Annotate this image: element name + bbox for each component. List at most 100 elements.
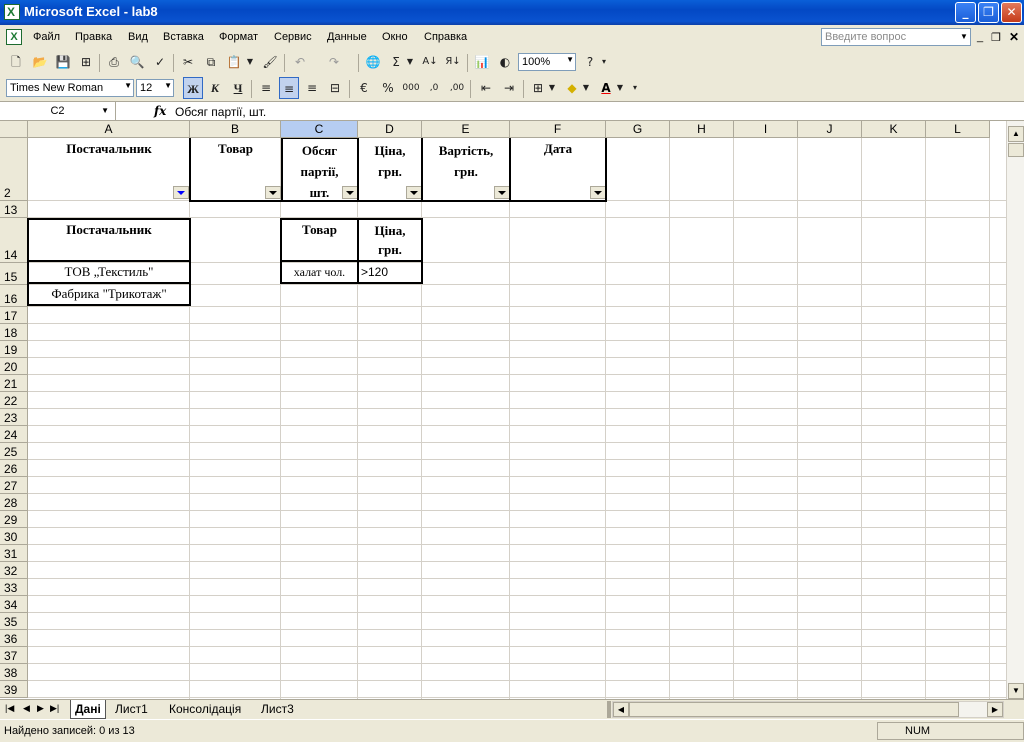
menu-insert[interactable]: Вставка	[163, 31, 204, 43]
scroll-right-icon[interactable]: ▶	[987, 702, 1003, 717]
row-header-38[interactable]: 38	[0, 664, 28, 681]
menu-help[interactable]: Справка	[424, 31, 467, 43]
doc-minimize-button[interactable]: _	[977, 31, 983, 43]
menu-file[interactable]: Файл	[33, 31, 60, 43]
row-header-15[interactable]: 15	[0, 263, 28, 285]
cell-c15[interactable]: халат чол.	[281, 265, 358, 280]
column-header-k[interactable]: K	[862, 121, 926, 138]
autofilter-b-icon[interactable]	[265, 186, 281, 199]
minimize-button[interactable]: _	[955, 2, 976, 23]
save-icon[interactable]: 💾	[53, 51, 73, 73]
first-sheet-icon[interactable]: |◀	[5, 703, 14, 714]
h-scroll-thumb[interactable]	[629, 702, 959, 717]
menu-tools[interactable]: Сервис	[274, 31, 312, 43]
menu-view[interactable]: Вид	[128, 31, 148, 43]
toolbar-options-icon[interactable]: ▾	[629, 77, 641, 99]
percent-icon[interactable]: %	[378, 77, 398, 99]
formula-input[interactable]: Обсяг партії, шт.	[175, 105, 266, 119]
cell-d15[interactable]: >120	[361, 265, 421, 279]
autofilter-e-icon[interactable]	[494, 186, 510, 199]
row-header-27[interactable]: 27	[0, 477, 28, 494]
row-header-34[interactable]: 34	[0, 596, 28, 613]
merge-center-icon[interactable]: ⊟	[325, 77, 345, 99]
column-header-d[interactable]: D	[358, 121, 422, 138]
row-header-18[interactable]: 18	[0, 324, 28, 341]
column-header-l[interactable]: L	[926, 121, 990, 138]
column-header-g[interactable]: G	[606, 121, 670, 138]
row-header-20[interactable]: 20	[0, 358, 28, 375]
copy-icon[interactable]: ⧉	[201, 51, 221, 73]
close-button[interactable]: ✕	[1001, 2, 1022, 23]
tab-list3[interactable]: Лист3	[257, 700, 298, 718]
column-header-f[interactable]: F	[510, 121, 606, 138]
new-icon[interactable]: 🗋	[6, 51, 26, 73]
cell-a2[interactable]: Постачальник	[28, 138, 190, 157]
autofilter-f-icon[interactable]	[590, 186, 606, 199]
tab-split-handle[interactable]	[607, 701, 611, 718]
align-left-icon[interactable]: ≡	[256, 77, 276, 99]
row-header-16[interactable]: 16	[0, 285, 28, 307]
font-size-select[interactable]: 12 ▼	[136, 79, 174, 97]
restore-button[interactable]: ❐	[978, 2, 999, 23]
row-header-31[interactable]: 31	[0, 545, 28, 562]
column-header-h[interactable]: H	[670, 121, 734, 138]
menu-format[interactable]: Формат	[219, 31, 258, 43]
cut-icon[interactable]: ✂	[178, 51, 198, 73]
scroll-up-icon[interactable]: ▲	[1008, 126, 1024, 142]
column-header-i[interactable]: I	[734, 121, 798, 138]
borders-dropdown-icon[interactable]: ▼	[546, 77, 558, 99]
menu-data[interactable]: Данные	[327, 31, 367, 43]
column-header-e[interactable]: E	[422, 121, 510, 138]
cell-b2[interactable]: Товар	[190, 138, 281, 157]
undo-icon[interactable]: ↶	[290, 51, 310, 73]
select-all-corner[interactable]	[0, 121, 28, 138]
row-header-30[interactable]: 30	[0, 528, 28, 545]
fill-dropdown-icon[interactable]: ▼	[580, 77, 592, 99]
hyperlink-icon[interactable]: 🌐	[363, 51, 383, 73]
print-icon[interactable]: ⎙	[104, 51, 124, 73]
tab-consolidation[interactable]: Консолідація	[165, 700, 245, 718]
row-header-24[interactable]: 24	[0, 426, 28, 443]
row-header-17[interactable]: 17	[0, 307, 28, 324]
font-select[interactable]: Times New Roman ▼	[6, 79, 134, 97]
column-header-c[interactable]: C	[281, 121, 358, 138]
underline-button[interactable]: Ч	[228, 77, 248, 99]
redo-icon[interactable]: ↷	[324, 51, 344, 73]
row-header-21[interactable]: 21	[0, 375, 28, 392]
italic-button[interactable]: К	[205, 77, 225, 99]
row-header-35[interactable]: 35	[0, 613, 28, 630]
toolbar-options-icon[interactable]: ▾	[598, 51, 610, 73]
increase-decimal-icon[interactable]: ,0	[424, 77, 444, 99]
vertical-scrollbar[interactable]: ▲ ▼	[1006, 121, 1024, 699]
row-header-37[interactable]: 37	[0, 647, 28, 664]
autofilter-a-icon[interactable]	[173, 186, 189, 199]
row-header-13[interactable]: 13	[0, 201, 28, 218]
scroll-left-icon[interactable]: ◀	[613, 702, 629, 717]
doc-close-button[interactable]: ✕	[1009, 30, 1019, 44]
autosum-icon[interactable]: Σ	[386, 51, 406, 73]
cell-f2[interactable]: Дата	[510, 138, 606, 157]
open-icon[interactable]: 📂	[30, 51, 50, 73]
chart-wizard-icon[interactable]: 📊	[472, 51, 492, 73]
cell-e2[interactable]: Вартість, грн.	[422, 140, 510, 182]
scroll-down-icon[interactable]: ▼	[1008, 683, 1024, 699]
doc-restore-button[interactable]: ❐	[991, 31, 1001, 44]
paste-dropdown-icon[interactable]: ▼	[244, 51, 256, 73]
drawing-icon[interactable]: ◐	[495, 51, 515, 73]
scroll-thumb[interactable]	[1008, 143, 1024, 157]
currency-icon[interactable]: €	[354, 77, 374, 99]
cell-a14[interactable]: Постачальник	[28, 222, 190, 238]
cell-d14[interactable]: Ціна, грн.	[358, 221, 422, 259]
row-header-26[interactable]: 26	[0, 460, 28, 477]
name-box[interactable]: C2 ▼	[0, 102, 116, 121]
font-color-dropdown-icon[interactable]: ▼	[614, 77, 626, 99]
permission-icon[interactable]: ⊞	[76, 51, 96, 73]
row-header-14[interactable]: 14	[0, 218, 28, 263]
cell-a16[interactable]: Фабрика "Трикотаж"	[28, 286, 190, 302]
column-header-a[interactable]: A	[28, 121, 190, 138]
cell-c14[interactable]: Товар	[281, 222, 358, 238]
last-sheet-icon[interactable]: ▶|	[50, 703, 59, 714]
row-header-33[interactable]: 33	[0, 579, 28, 596]
fill-color-icon[interactable]: ◆	[562, 77, 582, 99]
borders-icon[interactable]: ⊞	[528, 77, 548, 99]
